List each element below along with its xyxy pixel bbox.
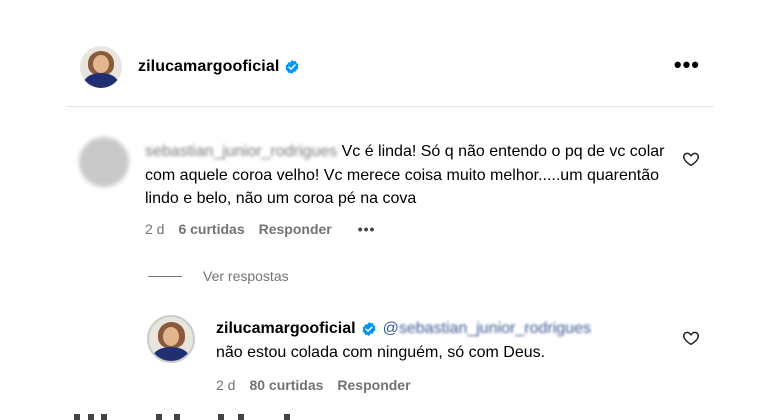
verified-badge-icon: [286, 60, 299, 74]
avatar-body: [84, 73, 118, 88]
comment-body: sebastian_junior_rodrigues Vc é linda! S…: [145, 140, 670, 211]
comment-username[interactable]: sebastian_junior_rodrigues: [145, 143, 337, 160]
post-header: zilucamargooficial •••: [80, 44, 720, 90]
verified-badge-icon: [362, 322, 375, 336]
reply-header: zilucamargooficial @ sebastian_junior_rod…: [216, 320, 591, 338]
commenter-avatar[interactable]: [79, 137, 129, 187]
avatar-face: [93, 55, 109, 73]
reply-mention[interactable]: sebastian_junior_rodrigues: [399, 320, 591, 338]
reply-likes[interactable]: 80 curtidas: [249, 377, 323, 393]
comment-reply-button[interactable]: Responder: [259, 221, 332, 237]
reply-meta: 2 d 80 curtidas Responder: [216, 377, 425, 393]
reply-avatar[interactable]: [147, 315, 195, 363]
header-username[interactable]: zilucamargooficial: [138, 58, 279, 76]
reply-username[interactable]: zilucamargooficial: [216, 320, 356, 338]
comment-time: 2 d: [145, 221, 165, 237]
avatar-body: [153, 347, 189, 361]
comment-meta: 2 d 6 curtidas Responder •••: [145, 221, 389, 237]
mention-at[interactable]: @: [383, 320, 399, 338]
header-divider: [66, 106, 714, 107]
avatar[interactable]: [80, 46, 122, 88]
reply-text: não estou colada com ninguém, só com Deu…: [216, 344, 546, 361]
more-horizontal-icon[interactable]: •••: [674, 54, 700, 76]
reply-time: 2 d: [216, 377, 236, 393]
replies-line: [148, 276, 182, 277]
reply-reply-button[interactable]: Responder: [337, 377, 410, 393]
comment-likes[interactable]: 6 curtidas: [178, 221, 244, 237]
view-replies-button[interactable]: Ver respostas: [203, 268, 289, 284]
cropped-text-fragment: [70, 410, 300, 420]
heart-icon[interactable]: [682, 150, 700, 168]
comment-options-icon[interactable]: •••: [358, 221, 376, 237]
avatar-face: [163, 327, 179, 346]
heart-icon[interactable]: [682, 329, 700, 347]
